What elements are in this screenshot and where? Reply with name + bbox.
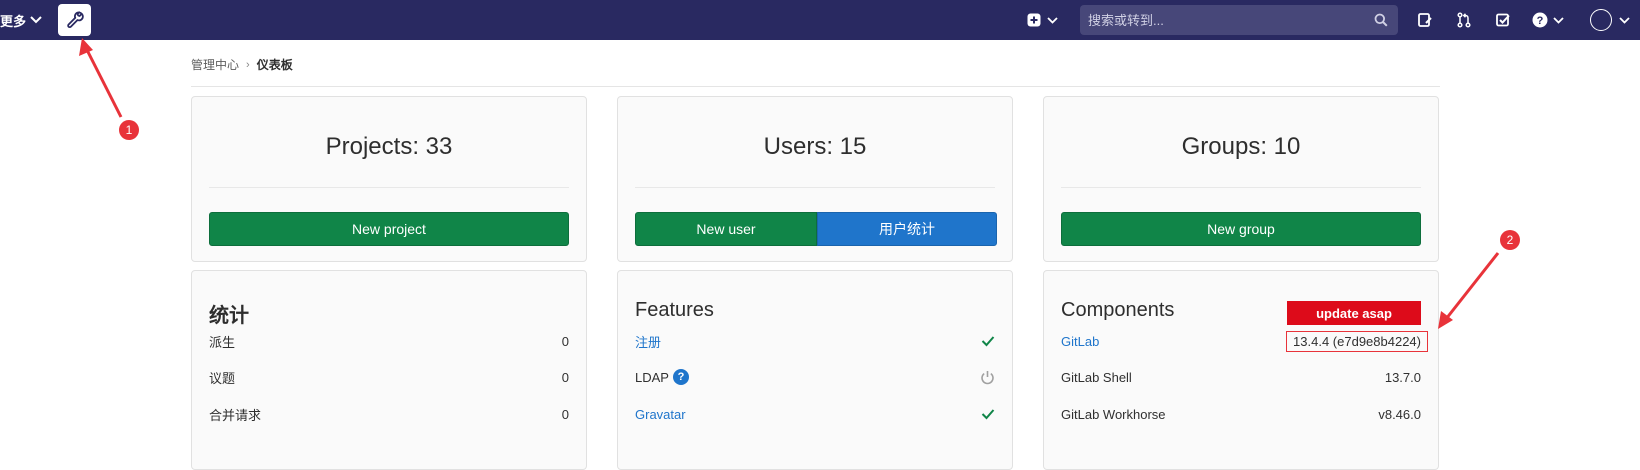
component-label: GitLab Workhorse	[1061, 406, 1166, 422]
todos-nav-link[interactable]	[1492, 10, 1514, 30]
todo-check-icon	[1496, 13, 1510, 27]
feature-ldap-label: LDAP	[635, 369, 669, 385]
statistics-title: 统计	[209, 305, 249, 327]
stat-label: 合并请求	[209, 407, 262, 423]
annotation-arrowhead-1	[79, 38, 93, 56]
component-label: GitLab Shell	[1061, 369, 1132, 385]
feature-row-gravatar: Gravatar	[635, 404, 995, 424]
new-user-button[interactable]: New user	[635, 212, 817, 246]
admin-area-button[interactable]	[58, 4, 91, 36]
features-title: Features	[635, 299, 714, 321]
check-icon	[981, 336, 995, 347]
help-dropdown[interactable]: ?	[1530, 10, 1566, 30]
users-count-title: Users: 15	[763, 133, 867, 160]
projects-count-title: Projects: 33	[325, 133, 453, 160]
new-project-button[interactable]: New project	[209, 212, 569, 246]
card-divider	[635, 187, 995, 188]
top-navbar: 更多 搜索或转到... ?	[0, 0, 1640, 40]
new-group-button[interactable]: New group	[1061, 212, 1421, 246]
projects-card: Projects: 33 New project	[191, 96, 587, 262]
annotation-marker-2: 2	[1500, 230, 1520, 250]
admin-wrench-icon	[66, 11, 84, 29]
stat-label: 议题	[209, 370, 236, 386]
groups-card: Groups: 10 New group	[1043, 96, 1439, 262]
issues-nav-link[interactable]	[1414, 10, 1436, 30]
more-menu[interactable]: 更多	[0, 11, 42, 29]
stat-row-issues: 议题 0	[209, 367, 569, 387]
component-gitlab-link[interactable]: GitLab	[1061, 334, 1099, 349]
card-divider	[209, 187, 569, 188]
component-version: 13.7.0	[1384, 369, 1421, 385]
feature-signup-link[interactable]: 注册	[635, 332, 661, 351]
breadcrumb: 管理中心 › 仪表板	[191, 56, 293, 73]
new-plus-icon	[1027, 13, 1040, 27]
stat-row-forks: 派生 0	[209, 331, 569, 351]
check-icon	[981, 409, 995, 420]
merge-request-icon	[1457, 12, 1471, 28]
stat-value: 0	[561, 333, 569, 349]
features-card: Features 注册 LDAP ? Gravatar	[617, 270, 1013, 470]
feature-gravatar-link[interactable]: Gravatar	[635, 407, 686, 422]
help-icon: ?	[1532, 12, 1548, 28]
component-row-gitlab-shell: GitLab Shell 13.7.0	[1061, 367, 1421, 387]
feature-row-signup: 注册	[635, 331, 995, 351]
issues-icon	[1418, 13, 1432, 27]
statistics-card: 统计 派生 0 议题 0 合并请求 0	[191, 270, 587, 470]
breadcrumb-admin-area[interactable]: 管理中心	[191, 56, 239, 73]
stat-row-merge-requests: 合并请求 0	[209, 404, 569, 424]
annotation-arrow-2	[1444, 252, 1500, 320]
breadcrumb-separator: ›	[246, 58, 250, 71]
stat-value: 0	[561, 406, 569, 422]
annotation-arrowhead-2	[1438, 311, 1453, 329]
groups-count-title: Groups: 10	[1181, 133, 1301, 160]
breadcrumb-dashboard[interactable]: 仪表板	[257, 56, 293, 73]
new-item-dropdown[interactable]	[1024, 10, 1060, 30]
search-input[interactable]	[1088, 12, 1368, 28]
component-row-gitlab: GitLab 13.4.4 (e7d9e8b4224)	[1061, 330, 1428, 352]
update-asap-badge[interactable]: update asap	[1287, 301, 1421, 325]
chevron-down-icon	[1618, 16, 1630, 24]
stat-label: 派生	[209, 334, 236, 350]
chevron-down-icon	[1553, 16, 1564, 24]
chevron-down-icon	[1046, 16, 1058, 24]
chevron-down-icon	[30, 16, 42, 24]
breadcrumb-divider	[191, 86, 1440, 87]
user-statistics-button[interactable]: 用户统计	[817, 212, 997, 246]
components-title: Components	[1061, 299, 1175, 321]
help-icon[interactable]: ?	[672, 369, 689, 385]
users-card: Users: 15 New user 用户统计	[617, 96, 1013, 262]
search-icon	[1374, 13, 1388, 27]
svg-text:?: ?	[1537, 15, 1544, 27]
components-card: Components update asap GitLab 13.4.4 (e7…	[1043, 270, 1439, 470]
user-avatar[interactable]	[1590, 9, 1612, 31]
power-off-icon	[981, 370, 994, 384]
component-row-gitlab-workhorse: GitLab Workhorse v8.46.0	[1061, 404, 1421, 424]
component-version-highlighted: 13.4.4 (e7d9e8b4224)	[1286, 330, 1428, 352]
stat-value: 0	[561, 369, 569, 385]
annotation-arrow-1	[84, 47, 123, 118]
feature-row-ldap: LDAP ?	[635, 367, 995, 387]
component-version: v8.46.0	[1378, 406, 1421, 422]
card-divider	[1061, 187, 1421, 188]
user-menu-chevron[interactable]	[1617, 10, 1631, 30]
search-box[interactable]	[1080, 5, 1398, 35]
more-menu-label: 更多	[0, 13, 27, 29]
merge-requests-nav-link[interactable]	[1453, 10, 1475, 30]
annotation-marker-1: 1	[119, 120, 139, 140]
